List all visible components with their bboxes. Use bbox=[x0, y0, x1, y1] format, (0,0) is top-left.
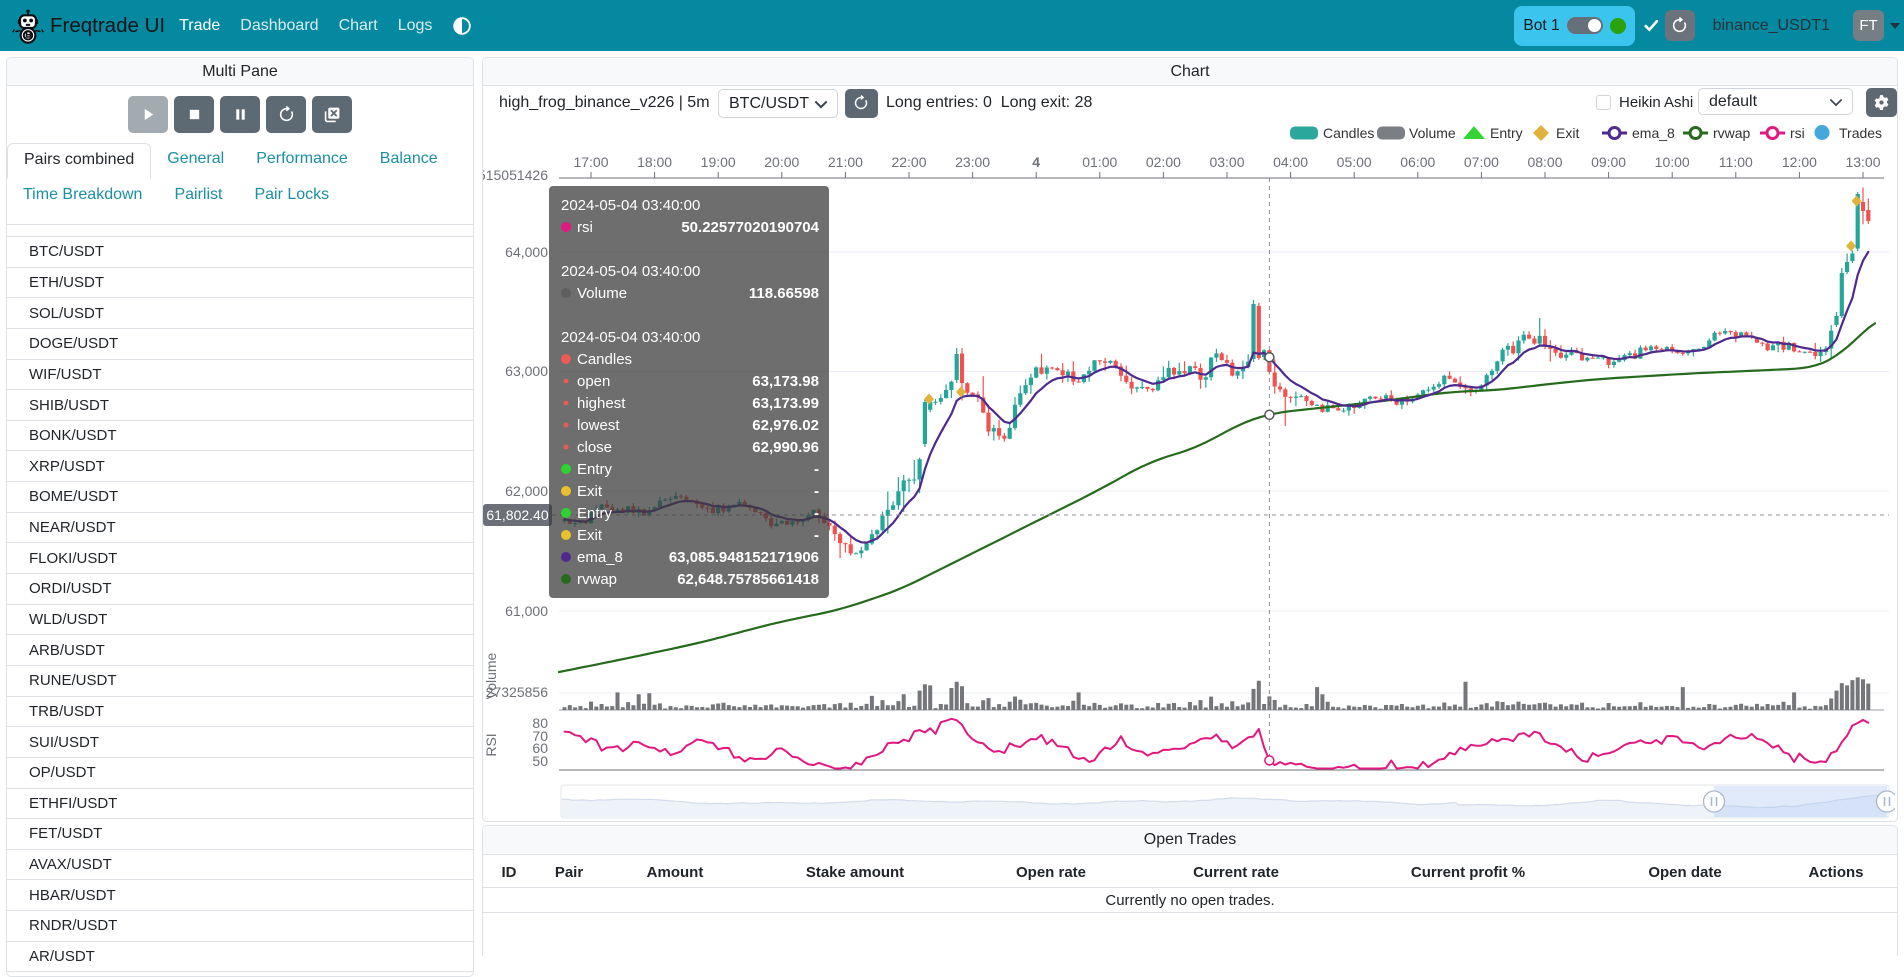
svg-text:13:00: 13:00 bbox=[1845, 154, 1880, 170]
svg-text:Exit: Exit bbox=[577, 483, 603, 500]
svg-text:rvwap: rvwap bbox=[577, 571, 617, 588]
svg-text:08:00: 08:00 bbox=[1527, 154, 1562, 170]
svg-text:rvwap: rvwap bbox=[1713, 125, 1751, 141]
svg-text:Entry: Entry bbox=[577, 461, 613, 478]
svg-text:rsi: rsi bbox=[1790, 125, 1805, 141]
svg-text:09:00: 09:00 bbox=[1591, 154, 1626, 170]
svg-text:close: close bbox=[577, 439, 612, 456]
svg-text:62,648.75785661418: 62,648.75785661418 bbox=[677, 571, 819, 588]
svg-text:highest: highest bbox=[577, 395, 626, 412]
svg-text:rsi: rsi bbox=[577, 219, 593, 236]
svg-text:open: open bbox=[577, 373, 610, 390]
svg-text:-: - bbox=[814, 483, 819, 500]
svg-text:06:00: 06:00 bbox=[1400, 154, 1435, 170]
svg-text:2024-05-04 03:40:00: 2024-05-04 03:40:00 bbox=[561, 197, 700, 214]
svg-text:Volume: Volume bbox=[1409, 125, 1456, 141]
svg-text:Candles: Candles bbox=[1323, 125, 1374, 141]
svg-text:-: - bbox=[814, 527, 819, 544]
svg-text:61,000: 61,000 bbox=[505, 603, 548, 619]
svg-text:ema_8: ema_8 bbox=[577, 549, 623, 566]
svg-text:21:00: 21:00 bbox=[828, 154, 863, 170]
svg-text:18:00: 18:00 bbox=[637, 154, 672, 170]
svg-text:20:00: 20:00 bbox=[764, 154, 799, 170]
svg-text:ema_8: ema_8 bbox=[1632, 125, 1675, 141]
svg-text:64,000: 64,000 bbox=[505, 244, 548, 260]
svg-text:63,000: 63,000 bbox=[505, 363, 548, 379]
svg-text:05:00: 05:00 bbox=[1337, 154, 1372, 170]
svg-text:61,802.40: 61,802.40 bbox=[486, 507, 548, 523]
svg-text:22:00: 22:00 bbox=[891, 154, 926, 170]
svg-text:-: - bbox=[814, 505, 819, 522]
svg-text:2024-05-04 03:40:00: 2024-05-04 03:40:00 bbox=[561, 263, 700, 280]
svg-text:63,173.99: 63,173.99 bbox=[752, 395, 819, 412]
svg-text:02:00: 02:00 bbox=[1146, 154, 1181, 170]
svg-text:RSI: RSI bbox=[483, 733, 499, 756]
svg-text:2024-05-04 03:40:00: 2024-05-04 03:40:00 bbox=[561, 329, 700, 346]
svg-text:01:00: 01:00 bbox=[1082, 154, 1117, 170]
svg-text:63,173.98: 63,173.98 bbox=[752, 373, 819, 390]
svg-text:17:00: 17:00 bbox=[573, 154, 608, 170]
svg-text:62,976.02: 62,976.02 bbox=[752, 417, 819, 434]
svg-text:19:00: 19:00 bbox=[701, 154, 736, 170]
svg-text:03:00: 03:00 bbox=[1209, 154, 1244, 170]
svg-text:Volume: Volume bbox=[483, 652, 499, 699]
svg-text:Trades: Trades bbox=[1839, 125, 1882, 141]
svg-text:50: 50 bbox=[532, 753, 548, 769]
svg-text:Entry: Entry bbox=[577, 505, 613, 522]
svg-text:-: - bbox=[814, 461, 819, 478]
svg-text:515051426: 515051426 bbox=[483, 167, 548, 183]
svg-text:62,000: 62,000 bbox=[505, 483, 548, 499]
svg-text:4: 4 bbox=[1032, 154, 1040, 170]
svg-text:10:00: 10:00 bbox=[1655, 154, 1690, 170]
svg-text:62,990.96: 62,990.96 bbox=[752, 439, 819, 456]
svg-text:Entry: Entry bbox=[1490, 125, 1523, 141]
svg-text:118.66598: 118.66598 bbox=[749, 285, 819, 302]
svg-text:Volume: Volume bbox=[577, 285, 627, 302]
svg-text:Candles: Candles bbox=[577, 351, 632, 368]
svg-text:50.22577020190704: 50.22577020190704 bbox=[681, 219, 819, 236]
svg-text:07:00: 07:00 bbox=[1464, 154, 1499, 170]
svg-text:63,085.948152171906: 63,085.948152171906 bbox=[669, 549, 819, 566]
svg-text:12:00: 12:00 bbox=[1782, 154, 1817, 170]
svg-text:Exit: Exit bbox=[577, 527, 603, 544]
svg-text:23:00: 23:00 bbox=[955, 154, 990, 170]
svg-text:04:00: 04:00 bbox=[1273, 154, 1308, 170]
svg-text:lowest: lowest bbox=[577, 417, 620, 434]
svg-text:Exit: Exit bbox=[1556, 125, 1579, 141]
svg-text:11:00: 11:00 bbox=[1719, 154, 1753, 170]
